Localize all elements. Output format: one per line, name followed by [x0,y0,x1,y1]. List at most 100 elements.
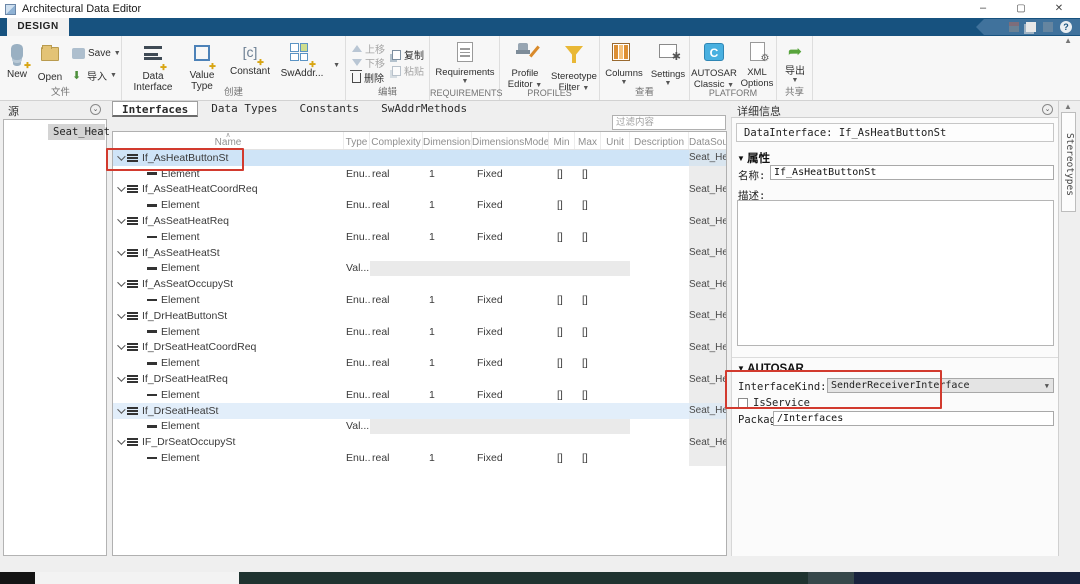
settings-button[interactable]: Settings ▼ [647,41,689,87]
name-field[interactable] [770,165,1054,180]
column-header-description[interactable]: Description [630,132,689,149]
columns-button[interactable]: Columns ▼ [601,41,647,86]
table-row-interface[interactable]: If_AsSeatHeatCoordReqSeat_Heat... [113,182,726,198]
is-service-checkbox-row[interactable]: IsService [738,397,810,409]
chevron-expand-icon[interactable] [117,310,125,318]
settings-icon [659,44,677,58]
table-row-element[interactable]: ElementEnu...real1Fixed[][] [113,387,726,403]
stereotypes-vertical-tab[interactable]: Stereotypes [1061,112,1076,212]
tab-design[interactable]: DESIGN [7,18,69,36]
column-header-dimensions[interactable]: Dimensions [423,132,472,149]
table-row-interface[interactable]: If_AsSeatOccupyStSeat_Heat... [113,276,726,292]
chevron-down-icon: ▼ [110,72,117,79]
table-row-element[interactable]: ElementEnu...real1Fixed[][] [113,355,726,371]
chevron-expand-icon[interactable] [117,247,125,255]
maximize-button[interactable] [1004,0,1038,17]
document-icon[interactable] [1026,22,1036,32]
name-label: 名称: [738,168,765,183]
column-header-unit[interactable]: Unit [601,132,630,149]
help-icon[interactable] [1060,21,1072,33]
autosar-classic-button[interactable]: AUTOSARClassic ▼ [690,41,738,91]
table-row-element[interactable]: ElementVal... [113,419,726,435]
constant-button[interactable]: [c] Constant [224,41,276,77]
autosar-section-header[interactable]: AUTOSAR [737,363,804,375]
create-overflow-chevron-icon[interactable]: ▼ [333,62,340,69]
tools-icon[interactable] [1043,22,1053,32]
chevron-expand-icon[interactable] [117,373,125,381]
minimize-button[interactable] [966,0,1000,17]
taskbar-sliver [0,572,1080,584]
table-row-interface[interactable]: If_AsSeatHeatReqSeat_Heat... [113,213,726,229]
column-header-name[interactable]: Name∧ [113,132,344,149]
details-collapse-icon[interactable]: ⌄ [1042,104,1053,115]
table-row-element[interactable]: ElementEnu...real1Fixed[][] [113,450,726,466]
chevron-expand-icon[interactable] [117,215,125,223]
table-row-element[interactable]: ElementEnu...real1Fixed[][] [113,197,726,213]
table-row-element[interactable]: ElementEnu...real1Fixed[][] [113,229,726,245]
table-row-interface[interactable]: If_DrSeatHeatCoordReqSeat_Heat... [113,340,726,356]
chevron-expand-icon[interactable] [117,342,125,350]
move-up-button[interactable]: 上移 [352,41,385,56]
description-field[interactable] [737,200,1054,346]
table-row-interface[interactable]: If_DrSeatHeatReqSeat_Heat... [113,371,726,387]
properties-section-header[interactable]: 属性 [737,150,770,166]
stereotype-filter-button[interactable]: StereotypeFilter ▼ [548,41,600,94]
tab-swaddrmethods[interactable]: SwAddrMethods [372,101,476,117]
chevron-expand-icon[interactable] [117,405,125,413]
table-row-interface[interactable]: If_DrSeatHeatStSeat_Heat... [113,403,726,419]
profile-editor-button[interactable]: ProfileEditor ▼ [502,41,548,91]
is-service-checkbox[interactable] [738,398,748,408]
table-row-interface[interactable]: If_AsSeatHeatStSeat_Heat... [113,245,726,261]
row-name: Element [161,326,200,338]
details-panel: DataInterface: If_AsHeatButtonSt 属性 名称: … [731,118,1058,556]
interface-kind-dropdown[interactable]: SenderReceiverInterface ▼ [827,378,1054,393]
open-button[interactable]: Open [32,41,68,83]
paste-button[interactable]: 粘贴 [392,63,424,78]
xml-options-icon [750,42,765,61]
chevron-expand-icon[interactable] [117,279,125,287]
requirements-button[interactable]: Requirements ▼ [430,41,500,85]
table-row-element[interactable]: ElementEnu...real1Fixed[][] [113,324,726,340]
column-header-type[interactable]: Type [344,132,370,149]
tree-item-seat-heat[interactable]: Seat_Heat [48,124,105,140]
ribbon-group-requirements: Requirements ▼ REQUIREMENTS [430,36,500,100]
copy-button[interactable]: 复制 [392,47,424,62]
table-row-element[interactable]: ElementEnu...real1Fixed[][] [113,166,726,182]
strip-collapse-icon[interactable]: ▲ [1064,102,1072,111]
swaddr-button[interactable]: SwAddr... [276,41,328,79]
move-down-button[interactable]: 下移 [352,55,385,70]
group-label-requirements: REQUIREMENTS [430,88,499,98]
import-button[interactable]: 导入▼ [72,68,117,83]
column-header-max[interactable]: Max [575,132,601,149]
element-icon [147,172,157,175]
chevron-expand-icon[interactable] [117,184,125,192]
close-button[interactable] [1042,0,1076,17]
table-row-element[interactable]: ElementEnu...real1Fixed[][] [113,292,726,308]
table-row-element[interactable]: ElementVal... [113,261,726,277]
xml-options-button[interactable]: XMLOptions [738,41,776,89]
filter-input[interactable] [612,115,726,130]
tab-interfaces[interactable]: Interfaces [112,101,198,117]
delete-button[interactable]: 删除 [352,70,384,85]
tab-data-types[interactable]: Data Types [202,101,286,117]
column-header-min[interactable]: Min [549,132,575,149]
chevron-expand-icon[interactable] [117,152,125,160]
export-button[interactable]: 导出 ▼ [778,41,812,84]
save-button[interactable]: Save▼ [72,48,121,59]
table-row-interface[interactable]: IF_DrSeatOccupyStSeat_Heat... [113,434,726,450]
new-button[interactable]: New [2,41,32,80]
architectural-data-editor-window: Architectural Data Editor DESIGN New Ope… [0,0,1080,584]
table-row-interface[interactable]: If_AsHeatButtonStSeat_Heat... [113,150,726,166]
chevron-expand-icon[interactable] [117,437,125,445]
package-field[interactable] [773,411,1054,426]
ribbon-group-profiles: ProfileEditor ▼ StereotypeFilter ▼ PROFI… [500,36,600,100]
column-header-dimensionsmode[interactable]: DimensionsMode [472,132,549,149]
table-row-interface[interactable]: If_DrHeatButtonStSeat_Heat... [113,308,726,324]
collapse-ribbon-icon[interactable]: ▲ [1064,36,1072,45]
layout-icon[interactable] [1009,22,1019,32]
source-collapse-icon[interactable]: ⌄ [90,104,101,115]
column-header-datasource[interactable]: DataSource [689,132,726,149]
row-name: If_DrHeatButtonSt [142,310,227,322]
column-header-complexity[interactable]: Complexity [370,132,423,149]
tab-constants[interactable]: Constants [290,101,368,117]
